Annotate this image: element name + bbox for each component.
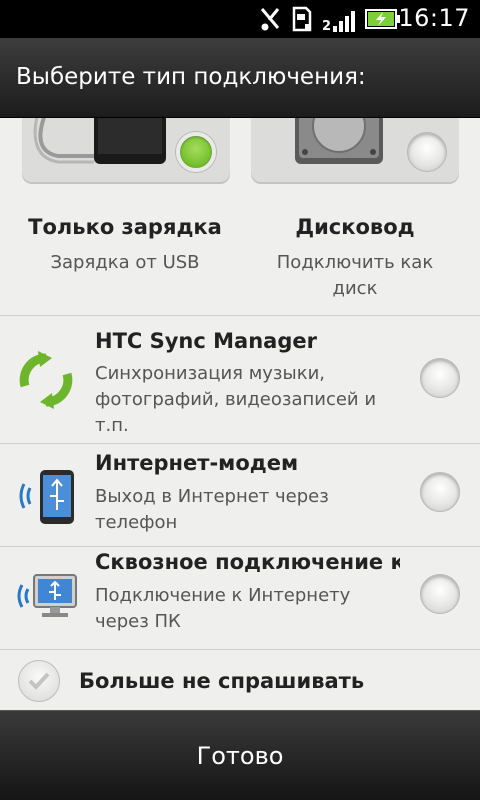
- status-bar: 2 16:17: [0, 0, 480, 38]
- sd-card-icon: [292, 6, 314, 36]
- connection-type-list: Только зарядка Зарядка от USB Дисковод П…: [0, 118, 480, 710]
- sync-icon: [16, 350, 76, 414]
- dialog-header: Выберите тип подключения:: [0, 38, 480, 118]
- disk-drive-title: Дисковод: [295, 215, 415, 239]
- disk-drive-radio[interactable]: [407, 132, 447, 172]
- phone-usb-icon: [16, 466, 80, 530]
- internet-modem-subtitle: Выход в Интернет через телефон: [95, 486, 329, 533]
- divider: [0, 649, 480, 650]
- list-item-internet-pass-through[interactable]: Сквозное подключение к Интернету Подключ…: [0, 547, 480, 649]
- disk-drive-tile[interactable]: [251, 118, 459, 184]
- dont-ask-checkbox[interactable]: [18, 660, 60, 702]
- monitor-usb-icon: [16, 569, 80, 629]
- internet-pass-through-radio[interactable]: [420, 574, 460, 614]
- htc-sync-title: HTC Sync Manager: [95, 329, 317, 353]
- usb-debug-icon: [258, 6, 282, 36]
- clock: 16:17: [398, 4, 470, 32]
- list-item-htc-sync[interactable]: HTC Sync Manager Синхронизация музыки, ф…: [0, 316, 480, 443]
- htc-sync-radio[interactable]: [420, 358, 460, 398]
- internet-pass-through-subtitle: Подключение к Интернету через ПК: [95, 585, 351, 632]
- footer-bar: Готово: [0, 710, 480, 800]
- charge-only-subtitle: Зарядка от USB: [50, 252, 200, 273]
- signal-icon: 2: [322, 6, 360, 38]
- list-item-internet-modem[interactable]: Интернет-модем Выход в Интернет через те…: [0, 444, 480, 546]
- svg-text:2: 2: [322, 19, 331, 34]
- hard-drive-icon: [291, 118, 391, 174]
- internet-modem-title: Интернет-модем: [95, 451, 299, 475]
- charge-only-radio[interactable]: [176, 132, 216, 172]
- internet-pass-through-title: Сквозное подключение к Интернету: [95, 550, 400, 574]
- done-button[interactable]: Готово: [0, 711, 480, 800]
- phone-cable-icon: [28, 118, 178, 174]
- charge-only-tile[interactable]: [22, 118, 230, 184]
- dont-ask-label: Больше не спрашивать: [79, 669, 365, 693]
- dialog-title: Выберите тип подключения:: [16, 64, 366, 90]
- check-icon: [27, 670, 51, 696]
- disk-drive-subtitle: Подключить как диск: [276, 252, 434, 299]
- internet-modem-radio[interactable]: [420, 472, 460, 512]
- htc-sync-subtitle: Синхронизация музыки, фотографий, видеоз…: [95, 363, 377, 436]
- battery-charging-icon: [365, 6, 401, 36]
- charge-only-title: Только зарядка: [28, 215, 222, 239]
